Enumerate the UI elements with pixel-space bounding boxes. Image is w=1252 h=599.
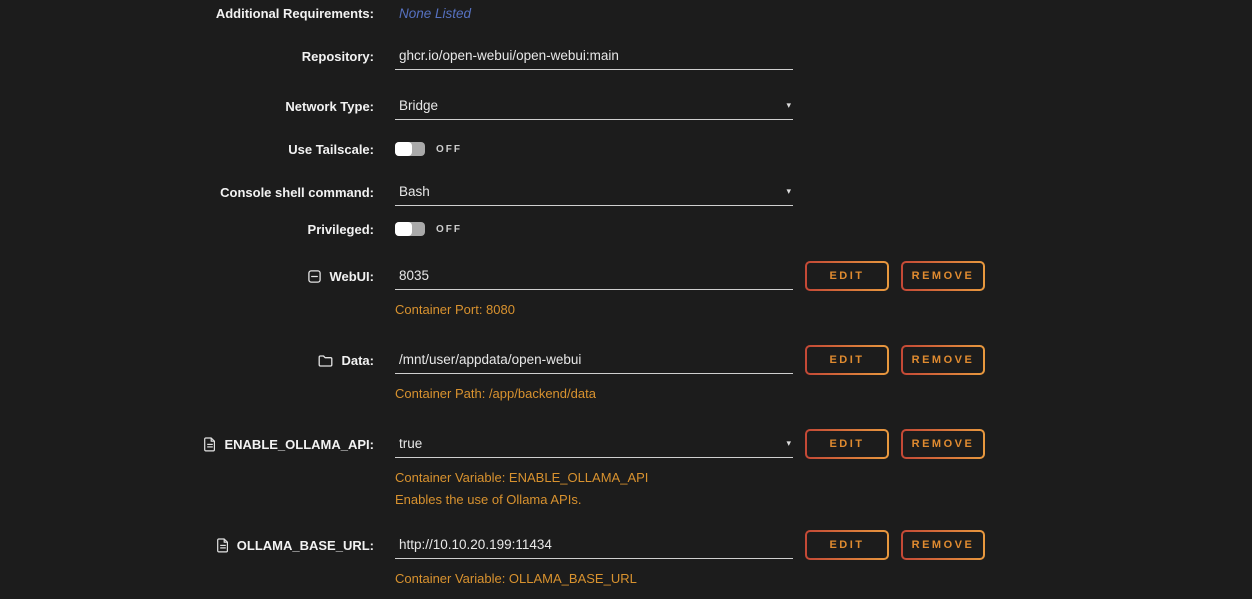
edit-button-label: EDIT xyxy=(807,347,887,373)
enable-ollama-api-description: Enables the use of Ollama APIs. xyxy=(395,492,581,507)
console-shell-command-label: Console shell command: xyxy=(220,185,374,200)
ollama-base-url-edit-button[interactable]: EDIT xyxy=(805,530,889,560)
data-path-remove-button[interactable]: REMOVE xyxy=(901,345,985,375)
edit-button-label: EDIT xyxy=(807,431,887,457)
data-path-value: /mnt/user/appdata/open-webui xyxy=(395,352,581,367)
row-additional-requirements: Additional Requirements: None Listed xyxy=(0,0,793,27)
row-enable-ollama-api: ENABLE_OLLAMA_API: true ▾ EDIT REMOVE xyxy=(0,429,985,459)
remove-button-label: REMOVE xyxy=(903,532,983,558)
console-shell-command-select[interactable]: Bash ▾ xyxy=(395,178,793,206)
remove-button-label: REMOVE xyxy=(903,263,983,289)
network-type-label: Network Type: xyxy=(285,99,374,114)
file-icon xyxy=(217,538,229,553)
minus-square-icon xyxy=(308,270,321,283)
ollama-base-url-input[interactable]: http://10.10.20.199:11434 xyxy=(395,531,793,559)
dropdown-arrow-icon: ▾ xyxy=(786,187,793,196)
privileged-label: Privileged: xyxy=(308,222,374,237)
row-console-shell-command: Console shell command: Bash ▾ xyxy=(0,178,793,206)
toggle-knob xyxy=(395,222,412,236)
dropdown-arrow-icon: ▾ xyxy=(786,439,793,448)
toggle-knob xyxy=(395,142,412,156)
row-repository: Repository: ghcr.io/open-webui/open-webu… xyxy=(0,42,793,70)
webui-port-value: 8035 xyxy=(395,268,429,283)
webui-port-label: WebUI: xyxy=(329,269,374,284)
console-shell-command-value: Bash xyxy=(395,184,430,199)
folder-icon xyxy=(318,354,333,367)
enable-ollama-api-remove-button[interactable]: REMOVE xyxy=(901,429,985,459)
privileged-toggle[interactable] xyxy=(395,222,425,236)
data-path-input[interactable]: /mnt/user/appdata/open-webui xyxy=(395,346,793,374)
row-webui-port: WebUI: 8035 EDIT REMOVE xyxy=(0,261,985,291)
additional-requirements-value: None Listed xyxy=(395,6,471,21)
data-path-label: Data: xyxy=(341,353,374,368)
container-settings-page: Additional Requirements: None Listed Rep… xyxy=(0,0,1252,599)
network-type-select[interactable]: Bridge ▾ xyxy=(395,92,793,120)
network-type-value: Bridge xyxy=(395,98,438,113)
use-tailscale-label: Use Tailscale: xyxy=(288,142,374,157)
enable-ollama-api-helper: Container Variable: ENABLE_OLLAMA_API xyxy=(395,470,648,485)
ollama-base-url-value: http://10.10.20.199:11434 xyxy=(395,537,552,552)
row-network-type: Network Type: Bridge ▾ xyxy=(0,92,793,120)
edit-button-label: EDIT xyxy=(807,532,887,558)
ollama-base-url-helper: Container Variable: OLLAMA_BASE_URL xyxy=(395,571,637,586)
enable-ollama-api-label: ENABLE_OLLAMA_API: xyxy=(224,437,374,452)
remove-button-label: REMOVE xyxy=(903,431,983,457)
additional-requirements-label: Additional Requirements: xyxy=(216,6,374,21)
webui-port-edit-button[interactable]: EDIT xyxy=(805,261,889,291)
enable-ollama-api-select[interactable]: true ▾ xyxy=(395,430,793,458)
row-use-tailscale: Use Tailscale: OFF xyxy=(0,135,793,163)
row-ollama-base-url: OLLAMA_BASE_URL: http://10.10.20.199:114… xyxy=(0,530,985,560)
use-tailscale-toggle[interactable] xyxy=(395,142,425,156)
row-data-path: Data: /mnt/user/appdata/open-webui EDIT … xyxy=(0,345,985,375)
row-privileged: Privileged: OFF xyxy=(0,215,793,243)
ollama-base-url-remove-button[interactable]: REMOVE xyxy=(901,530,985,560)
repository-value: ghcr.io/open-webui/open-webui:main xyxy=(395,48,619,63)
repository-input[interactable]: ghcr.io/open-webui/open-webui:main xyxy=(395,42,793,70)
repository-label: Repository: xyxy=(302,49,374,64)
enable-ollama-api-value: true xyxy=(395,436,422,451)
edit-button-label: EDIT xyxy=(807,263,887,289)
webui-port-input[interactable]: 8035 xyxy=(395,262,793,290)
ollama-base-url-label: OLLAMA_BASE_URL: xyxy=(237,538,374,553)
file-icon xyxy=(204,437,216,452)
enable-ollama-api-edit-button[interactable]: EDIT xyxy=(805,429,889,459)
privileged-state: OFF xyxy=(436,224,462,235)
use-tailscale-state: OFF xyxy=(436,144,462,155)
data-path-edit-button[interactable]: EDIT xyxy=(805,345,889,375)
data-path-helper: Container Path: /app/backend/data xyxy=(395,386,596,401)
webui-port-remove-button[interactable]: REMOVE xyxy=(901,261,985,291)
remove-button-label: REMOVE xyxy=(903,347,983,373)
dropdown-arrow-icon: ▾ xyxy=(786,101,793,110)
webui-port-helper: Container Port: 8080 xyxy=(395,302,515,317)
